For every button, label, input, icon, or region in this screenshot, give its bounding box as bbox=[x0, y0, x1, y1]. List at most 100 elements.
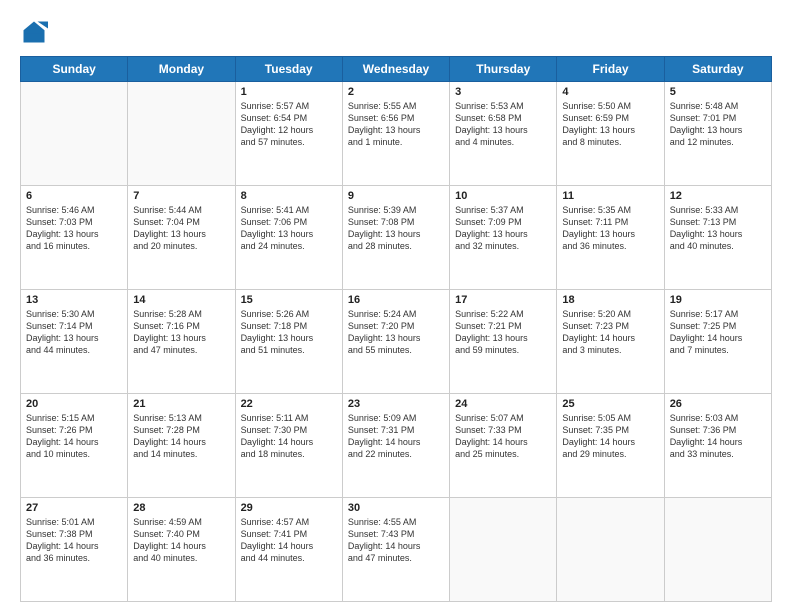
calendar-cell: 10Sunrise: 5:37 AM Sunset: 7:09 PM Dayli… bbox=[450, 186, 557, 290]
day-header-thursday: Thursday bbox=[450, 57, 557, 82]
day-header-monday: Monday bbox=[128, 57, 235, 82]
day-number: 19 bbox=[670, 294, 766, 306]
calendar-cell: 24Sunrise: 5:07 AM Sunset: 7:33 PM Dayli… bbox=[450, 394, 557, 498]
day-number: 30 bbox=[348, 502, 444, 514]
day-number: 7 bbox=[133, 190, 229, 202]
calendar-cell: 26 Sunrise: 5:03 AM Sunset: 7:36 PM Dayli… bbox=[664, 394, 771, 498]
cell-details: Sunrise: 5:53 AM Sunset: 6:58 PM Dayligh… bbox=[455, 100, 551, 149]
cell-details: Sunrise: 5:01 AM Sunset: 7:38 PM Dayligh… bbox=[26, 516, 122, 565]
day-number: 23 bbox=[348, 398, 444, 410]
day-number: 14 bbox=[133, 294, 229, 306]
cell-details: Sunrise: 5:20 AM Sunset: 7:23 PM Dayligh… bbox=[562, 308, 658, 357]
calendar-cell: 1 Sunrise: 5:57 AM Sunset: 6:54 PM Daylig… bbox=[235, 82, 342, 186]
calendar-cell: 16 Sunrise: 5:24 AM Sunset: 7:20 PM Dayli… bbox=[342, 290, 449, 394]
day-header-wednesday: Wednesday bbox=[342, 57, 449, 82]
day-header-tuesday: Tuesday bbox=[235, 57, 342, 82]
calendar-cell: 25 Sunrise: 5:05 AM Sunset: 7:35 PM Dayli… bbox=[557, 394, 664, 498]
calendar-cell: 30 Sunrise: 4:55 AM Sunset: 7:43 PM Dayli… bbox=[342, 498, 449, 602]
day-number: 24 bbox=[455, 398, 551, 410]
calendar-cell: 20Sunrise: 5:15 AM Sunset: 7:26 PM Dayli… bbox=[21, 394, 128, 498]
day-header-sunday: Sunday bbox=[21, 57, 128, 82]
calendar-cell bbox=[128, 82, 235, 186]
cell-details: Sunrise: 5:22 AM Sunset: 7:21 PM Dayligh… bbox=[455, 308, 551, 357]
cell-details: Sunrise: 5:55 AM Sunset: 6:56 PM Dayligh… bbox=[348, 100, 444, 149]
logo-icon bbox=[20, 18, 48, 46]
day-number: 18 bbox=[562, 294, 658, 306]
calendar-cell: 17Sunrise: 5:22 AM Sunset: 7:21 PM Dayli… bbox=[450, 290, 557, 394]
day-number: 12 bbox=[670, 190, 766, 202]
calendar-cell: 21 Sunrise: 5:13 AM Sunset: 7:28 PM Dayli… bbox=[128, 394, 235, 498]
calendar-cell: 23Sunrise: 5:09 AM Sunset: 7:31 PM Dayli… bbox=[342, 394, 449, 498]
calendar-cell: 15 Sunrise: 5:26 AM Sunset: 7:18 PM Dayli… bbox=[235, 290, 342, 394]
cell-details: Sunrise: 5:33 AM Sunset: 7:13 PM Dayligh… bbox=[670, 204, 766, 253]
cell-details: Sunrise: 5:50 AM Sunset: 6:59 PM Dayligh… bbox=[562, 100, 658, 149]
header-row: SundayMondayTuesdayWednesdayThursdayFrid… bbox=[21, 57, 772, 82]
cell-details: Sunrise: 5:26 AM Sunset: 7:18 PM Dayligh… bbox=[241, 308, 337, 357]
day-number: 26 bbox=[670, 398, 766, 410]
calendar-cell: 7 Sunrise: 5:44 AM Sunset: 7:04 PM Daylig… bbox=[128, 186, 235, 290]
day-number: 8 bbox=[241, 190, 337, 202]
calendar-cell bbox=[557, 498, 664, 602]
day-header-friday: Friday bbox=[557, 57, 664, 82]
cell-details: Sunrise: 5:11 AM Sunset: 7:30 PM Dayligh… bbox=[241, 412, 337, 461]
day-number: 25 bbox=[562, 398, 658, 410]
week-row-1: 1 Sunrise: 5:57 AM Sunset: 6:54 PM Daylig… bbox=[21, 82, 772, 186]
cell-details: Sunrise: 5:35 AM Sunset: 7:11 PM Dayligh… bbox=[562, 204, 658, 253]
day-number: 27 bbox=[26, 502, 122, 514]
day-number: 21 bbox=[133, 398, 229, 410]
calendar-cell: 8 Sunrise: 5:41 AM Sunset: 7:06 PM Daylig… bbox=[235, 186, 342, 290]
cell-details: Sunrise: 5:44 AM Sunset: 7:04 PM Dayligh… bbox=[133, 204, 229, 253]
day-header-saturday: Saturday bbox=[664, 57, 771, 82]
week-row-4: 20Sunrise: 5:15 AM Sunset: 7:26 PM Dayli… bbox=[21, 394, 772, 498]
day-number: 5 bbox=[670, 86, 766, 98]
week-row-2: 6 Sunrise: 5:46 AM Sunset: 7:03 PM Daylig… bbox=[21, 186, 772, 290]
calendar-cell: 18 Sunrise: 5:20 AM Sunset: 7:23 PM Dayli… bbox=[557, 290, 664, 394]
day-number: 16 bbox=[348, 294, 444, 306]
page: SundayMondayTuesdayWednesdayThursdayFrid… bbox=[0, 0, 792, 612]
logo bbox=[20, 18, 52, 46]
calendar-cell: 2 Sunrise: 5:55 AM Sunset: 6:56 PM Daylig… bbox=[342, 82, 449, 186]
day-number: 6 bbox=[26, 190, 122, 202]
cell-details: Sunrise: 5:13 AM Sunset: 7:28 PM Dayligh… bbox=[133, 412, 229, 461]
cell-details: Sunrise: 5:24 AM Sunset: 7:20 PM Dayligh… bbox=[348, 308, 444, 357]
calendar-cell: 12 Sunrise: 5:33 AM Sunset: 7:13 PM Dayli… bbox=[664, 186, 771, 290]
day-number: 11 bbox=[562, 190, 658, 202]
day-number: 28 bbox=[133, 502, 229, 514]
calendar-cell: 6 Sunrise: 5:46 AM Sunset: 7:03 PM Daylig… bbox=[21, 186, 128, 290]
calendar-cell: 14 Sunrise: 5:28 AM Sunset: 7:16 PM Dayli… bbox=[128, 290, 235, 394]
calendar-cell bbox=[664, 498, 771, 602]
day-number: 2 bbox=[348, 86, 444, 98]
calendar-cell: 28 Sunrise: 4:59 AM Sunset: 7:40 PM Dayli… bbox=[128, 498, 235, 602]
cell-details: Sunrise: 5:17 AM Sunset: 7:25 PM Dayligh… bbox=[670, 308, 766, 357]
day-number: 4 bbox=[562, 86, 658, 98]
cell-details: Sunrise: 5:41 AM Sunset: 7:06 PM Dayligh… bbox=[241, 204, 337, 253]
calendar-cell: 9 Sunrise: 5:39 AM Sunset: 7:08 PM Daylig… bbox=[342, 186, 449, 290]
cell-details: Sunrise: 4:59 AM Sunset: 7:40 PM Dayligh… bbox=[133, 516, 229, 565]
calendar-cell: 13Sunrise: 5:30 AM Sunset: 7:14 PM Dayli… bbox=[21, 290, 128, 394]
calendar-cell: 29 Sunrise: 4:57 AM Sunset: 7:41 PM Dayli… bbox=[235, 498, 342, 602]
week-row-5: 27 Sunrise: 5:01 AM Sunset: 7:38 PM Dayli… bbox=[21, 498, 772, 602]
cell-details: Sunrise: 5:37 AM Sunset: 7:09 PM Dayligh… bbox=[455, 204, 551, 253]
cell-details: Sunrise: 5:30 AM Sunset: 7:14 PM Dayligh… bbox=[26, 308, 122, 357]
cell-details: Sunrise: 5:05 AM Sunset: 7:35 PM Dayligh… bbox=[562, 412, 658, 461]
cell-details: Sunrise: 5:57 AM Sunset: 6:54 PM Dayligh… bbox=[241, 100, 337, 149]
calendar-cell: 19 Sunrise: 5:17 AM Sunset: 7:25 PM Dayli… bbox=[664, 290, 771, 394]
cell-details: Sunrise: 5:03 AM Sunset: 7:36 PM Dayligh… bbox=[670, 412, 766, 461]
day-number: 3 bbox=[455, 86, 551, 98]
day-number: 9 bbox=[348, 190, 444, 202]
day-number: 15 bbox=[241, 294, 337, 306]
calendar-cell: 4 Sunrise: 5:50 AM Sunset: 6:59 PM Daylig… bbox=[557, 82, 664, 186]
calendar-cell bbox=[450, 498, 557, 602]
cell-details: Sunrise: 5:46 AM Sunset: 7:03 PM Dayligh… bbox=[26, 204, 122, 253]
day-number: 1 bbox=[241, 86, 337, 98]
header bbox=[20, 18, 772, 46]
calendar-cell: 3 Sunrise: 5:53 AM Sunset: 6:58 PM Daylig… bbox=[450, 82, 557, 186]
calendar-cell: 27 Sunrise: 5:01 AM Sunset: 7:38 PM Dayli… bbox=[21, 498, 128, 602]
cell-details: Sunrise: 5:39 AM Sunset: 7:08 PM Dayligh… bbox=[348, 204, 444, 253]
cell-details: Sunrise: 4:57 AM Sunset: 7:41 PM Dayligh… bbox=[241, 516, 337, 565]
cell-details: Sunrise: 4:55 AM Sunset: 7:43 PM Dayligh… bbox=[348, 516, 444, 565]
cell-details: Sunrise: 5:28 AM Sunset: 7:16 PM Dayligh… bbox=[133, 308, 229, 357]
calendar-table: SundayMondayTuesdayWednesdayThursdayFrid… bbox=[20, 56, 772, 602]
day-number: 29 bbox=[241, 502, 337, 514]
day-number: 20 bbox=[26, 398, 122, 410]
